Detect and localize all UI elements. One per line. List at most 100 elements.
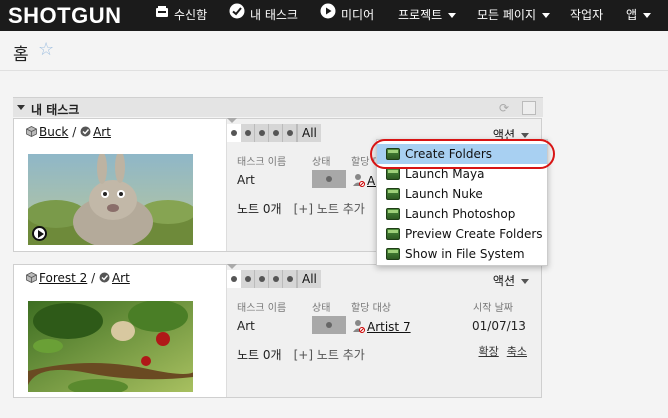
task-card: Forest 2 / Art All 액션 태스크 이름 상태 할당 대상 시작…: [13, 264, 542, 398]
column-header-assigned: 할당 대상: [351, 303, 391, 314]
maximize-icon[interactable]: [522, 101, 536, 115]
cube-icon: [26, 271, 37, 286]
nav-media-label: 미디어: [341, 8, 375, 22]
pipeline-step-marker[interactable]: [227, 124, 241, 142]
toolkit-app-icon: [386, 228, 400, 240]
entity-link[interactable]: Forest 2: [39, 271, 87, 285]
card-task-panel: All 액션 태스크 이름 상태 할당 대상 시작 날짜 Art Artist …: [226, 264, 541, 397]
step-link[interactable]: Art: [112, 271, 130, 285]
collapse-triangle-icon[interactable]: [17, 105, 25, 110]
breadcrumb-separator: /: [91, 271, 99, 285]
notes-count[interactable]: 노트 0개: [237, 202, 282, 216]
inbox-icon: [155, 0, 169, 31]
column-header-status: 상태: [312, 157, 331, 168]
nav-apps-label: 앱: [626, 8, 638, 22]
entity-thumbnail[interactable]: [28, 154, 193, 245]
my-tasks-section-header[interactable]: 내 태스크 ⟳: [13, 97, 543, 117]
menu-item-launch-photoshop[interactable]: Launch Photoshop: [377, 204, 547, 224]
menu-item-label: Launch Nuke: [405, 187, 483, 201]
pipeline-step-marker[interactable]: [255, 124, 269, 142]
expand-link[interactable]: 확장: [479, 345, 499, 358]
notes-row: 노트 0개 [+] 노트 추가: [237, 346, 365, 363]
collapse-link[interactable]: 축소: [507, 345, 527, 358]
refresh-icon[interactable]: ⟳: [497, 101, 511, 115]
pipeline-all-button[interactable]: All: [297, 270, 321, 288]
check-circle-icon: [80, 126, 91, 140]
column-header-task-name: 태스크 이름: [237, 157, 287, 168]
nav-all-pages[interactable]: 모든 페이지: [477, 0, 551, 31]
column-header-task-name: 태스크 이름: [237, 303, 287, 314]
nav-inbox-label: 수신함: [174, 8, 208, 22]
menu-item-label: Preview Create Folders: [405, 227, 543, 241]
task-name-cell[interactable]: Art: [237, 319, 255, 333]
assignee-link[interactable]: Artist 7: [367, 320, 411, 334]
menu-item-launch-nuke[interactable]: Launch Nuke: [377, 184, 547, 204]
nav-media[interactable]: 미디어: [320, 0, 374, 31]
toolkit-app-icon: [386, 168, 400, 180]
pipeline-step-marker[interactable]: [241, 270, 255, 288]
menu-item-preview-create-folders[interactable]: Preview Create Folders: [377, 224, 547, 244]
notes-row: 노트 0개 [+] 노트 추가: [237, 200, 365, 217]
pipeline-step-marker[interactable]: [227, 270, 241, 288]
chevron-down-icon: [542, 13, 551, 18]
assignee-cell: Artist 7: [353, 319, 411, 336]
menu-item-label: Show in File System: [405, 247, 525, 261]
highlight-annotation: [370, 139, 555, 169]
pipeline-step-bar: All: [227, 270, 321, 288]
actions-label: 액션: [492, 274, 515, 288]
breadcrumb: Buck / Art: [26, 125, 111, 140]
add-note-link[interactable]: [+] 노트 추가: [294, 202, 365, 216]
card-entity-panel: Buck / Art: [14, 119, 226, 251]
nav-my-tasks[interactable]: 내 태스크: [229, 0, 298, 31]
toolkit-app-icon: [386, 188, 400, 200]
card-entity-panel: Forest 2 / Art: [14, 265, 226, 397]
favorite-star-icon[interactable]: ☆: [38, 39, 54, 60]
pipeline-all-button[interactable]: All: [297, 124, 321, 142]
nav-my-tasks-label: 내 태스크: [250, 8, 298, 22]
pipeline-step-marker[interactable]: [269, 270, 283, 288]
start-date-cell[interactable]: 01/07/13: [472, 319, 526, 333]
breadcrumb: Forest 2 / Art: [26, 271, 130, 286]
pipeline-step-marker[interactable]: [241, 124, 255, 142]
add-note-link[interactable]: [+] 노트 추가: [294, 348, 365, 362]
section-title: 내 태스크: [31, 103, 80, 117]
shotgun-logo[interactable]: SHOTGUN: [8, 3, 122, 29]
status-pill[interactable]: [312, 170, 346, 188]
page-header: 홈 ☆: [0, 31, 668, 71]
page-title: 홈: [13, 45, 29, 65]
chevron-down-icon: [521, 133, 529, 138]
pipeline-step-bar: All: [227, 124, 321, 142]
check-circle-icon: [99, 272, 110, 286]
step-link[interactable]: Art: [93, 125, 111, 139]
nav-apps[interactable]: 앱: [626, 0, 652, 31]
pipeline-step-marker[interactable]: [269, 124, 283, 142]
nav-projects-label: 프로젝트: [398, 8, 443, 22]
toolkit-app-icon: [386, 208, 400, 220]
pipeline-step-marker[interactable]: [255, 270, 269, 288]
check-circle-icon: [229, 0, 245, 31]
top-navigation-bar: SHOTGUN 수신함 내 태스크 미디어 프로젝트 모든 페이지 작업자 앱: [0, 0, 668, 31]
entity-link[interactable]: Buck: [39, 125, 68, 139]
nav-people[interactable]: 작업자: [570, 0, 603, 31]
pipeline-step-marker[interactable]: [283, 270, 297, 288]
panel-notch: [227, 264, 237, 269]
nav-inbox[interactable]: 수신함: [155, 0, 207, 31]
breadcrumb-separator: /: [72, 125, 81, 139]
menu-item-show-in-file-system[interactable]: Show in File System: [377, 244, 547, 264]
actions-dropdown[interactable]: 액션: [493, 272, 529, 289]
nav-all-pages-label: 모든 페이지: [477, 8, 537, 22]
chevron-down-icon: [521, 279, 529, 284]
chevron-down-icon: [643, 13, 652, 18]
nav-projects[interactable]: 프로젝트: [398, 0, 457, 31]
column-header-status: 상태: [312, 303, 331, 314]
chevron-down-icon: [448, 13, 457, 18]
notes-count[interactable]: 노트 0개: [237, 348, 282, 362]
status-pill[interactable]: [312, 316, 346, 334]
menu-item-label: Launch Maya: [405, 167, 485, 181]
entity-thumbnail[interactable]: [28, 301, 193, 392]
pipeline-step-marker[interactable]: [283, 124, 297, 142]
nav-people-label: 작업자: [570, 8, 604, 22]
play-icon[interactable]: [32, 226, 47, 241]
task-name-cell[interactable]: Art: [237, 173, 255, 187]
expand-collapse-links: 확장 축소: [471, 343, 528, 359]
